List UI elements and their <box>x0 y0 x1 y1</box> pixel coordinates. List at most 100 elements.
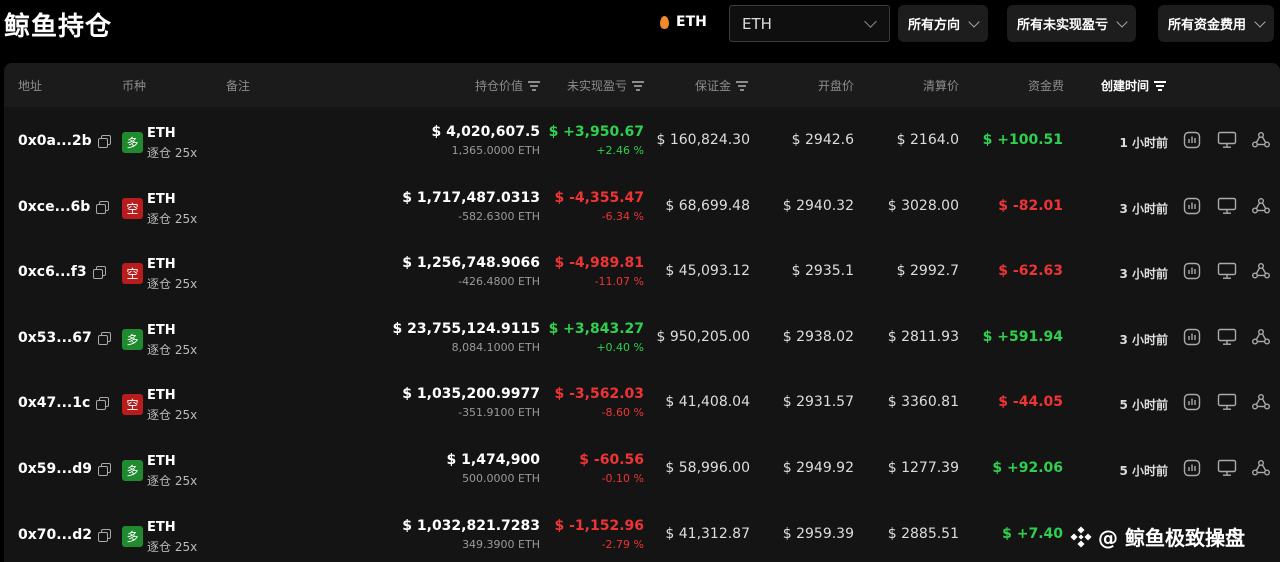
entry-price: $ 2938.02 <box>782 328 854 345</box>
address-cell[interactable]: 0x70...d2 <box>18 526 111 543</box>
chart-icon[interactable] <box>1181 457 1203 479</box>
sort-icon <box>528 81 540 90</box>
margin-value: $ 950,205.00 <box>656 328 750 345</box>
address-text: 0x70...d2 <box>18 526 92 543</box>
side-badge: 多 <box>122 525 143 547</box>
leverage-text: 逐仓 25x <box>147 277 198 292</box>
coin-symbol: ETH <box>147 454 176 469</box>
binance-logo-icon <box>1070 525 1092 548</box>
unrealized-pnl: $ -4,989.81 <box>554 255 644 272</box>
chevron-down-icon <box>968 15 980 28</box>
side-badge: 多 <box>122 460 143 481</box>
position-size: -582.6300 ETH <box>458 209 540 223</box>
copy-icon[interactable] <box>97 331 111 345</box>
liq-price: $ 2885.51 <box>887 525 959 542</box>
chart-icon[interactable] <box>1181 260 1203 282</box>
funding-filter[interactable]: 所有资金费用 <box>1158 5 1275 42</box>
funding-fee: $ +92.06 <box>992 460 1063 476</box>
unrealized-pnl: $ -3,562.03 <box>554 386 644 403</box>
side-badge: 空 <box>122 394 143 416</box>
sort-icon <box>1154 81 1166 90</box>
direction-filter[interactable]: 所有方向 <box>898 5 989 42</box>
address-cell[interactable]: 0x59...d9 <box>18 461 111 477</box>
flame-icon <box>660 15 669 29</box>
monitor-icon[interactable] <box>1216 195 1238 217</box>
liq-price: $ 2164.0 <box>896 132 959 148</box>
entry-price: $ 2942.6 <box>791 132 854 148</box>
monitor-icon[interactable] <box>1216 260 1238 282</box>
copy-icon[interactable] <box>96 397 110 411</box>
unrealized-pnl-pct: -8.60 % <box>601 406 644 420</box>
address-cell[interactable]: 0x47...1c <box>18 395 110 412</box>
entry-price: $ 2935.1 <box>791 263 854 280</box>
monitor-icon[interactable] <box>1216 391 1238 413</box>
col-position-value-label: 持仓价值 <box>474 79 523 93</box>
unrealized-pnl-pct: -2.79 % <box>601 537 644 551</box>
share-icon[interactable] <box>1250 326 1272 348</box>
copy-icon[interactable] <box>92 266 106 280</box>
funding-fee: $ -82.01 <box>998 197 1063 214</box>
leverage-text: 逐仓 25x <box>147 408 198 423</box>
coin-symbol: ETH <box>147 519 176 535</box>
col-created-label: 创建时间 <box>1101 79 1150 93</box>
margin-value: $ 58,996.00 <box>665 460 750 476</box>
position-value: $ 1,032,821.7283 <box>402 517 540 534</box>
share-icon[interactable] <box>1250 391 1272 413</box>
share-icon[interactable] <box>1250 457 1272 479</box>
coin-select-value: ETH <box>742 14 772 33</box>
table-row[interactable]: 0x53...67 多 ETH 逐仓 25x $ 23,755,124.9115… <box>4 304 1280 369</box>
copy-icon[interactable] <box>97 463 111 476</box>
address-cell[interactable]: 0x0a...2b <box>18 133 111 149</box>
funding-fee: $ -62.63 <box>998 263 1063 280</box>
address-cell[interactable]: 0xc6...f3 <box>18 264 106 280</box>
copy-icon[interactable] <box>97 135 111 148</box>
share-icon[interactable] <box>1250 195 1272 217</box>
entry-price: $ 2949.92 <box>782 460 854 476</box>
col-margin-label: 保证金 <box>694 79 731 93</box>
coin-symbol: ETH <box>147 322 176 338</box>
table-row[interactable]: 0x0a...2b 多 ETH 逐仓 25x $ 4,020,607.5 1,3… <box>4 107 1280 172</box>
table-row[interactable]: 0xce...6b 空 ETH 逐仓 25x $ 1,717,487.0313 … <box>4 173 1280 238</box>
unrealized-pnl-pct: +2.46 % <box>596 144 644 157</box>
copy-icon[interactable] <box>97 528 111 542</box>
coin-symbol: ETH <box>147 388 176 404</box>
table-row[interactable]: 0xc6...f3 空 ETH 逐仓 25x $ 1,256,748.9066 … <box>4 238 1280 303</box>
entry-price: $ 2940.32 <box>782 197 854 214</box>
monitor-icon[interactable] <box>1216 129 1238 151</box>
position-size: 1,365.0000 ETH <box>451 144 540 157</box>
copy-icon[interactable] <box>96 200 110 214</box>
coin-select[interactable]: ETH <box>729 5 890 42</box>
chart-icon[interactable] <box>1181 326 1203 348</box>
chart-icon[interactable] <box>1181 391 1203 413</box>
leverage-text: 逐仓 25x <box>147 539 198 554</box>
col-unrealized-pnl[interactable]: 未实现盈亏 <box>567 77 644 94</box>
unrealized-pnl-pct: -0.10 % <box>601 472 644 485</box>
monitor-icon[interactable] <box>1216 457 1238 479</box>
unrealized-pnl: $ +3,843.27 <box>548 320 644 337</box>
address-text: 0x47...1c <box>18 395 91 412</box>
chart-icon[interactable] <box>1181 129 1203 151</box>
margin-value: $ 45,093.12 <box>665 263 750 280</box>
col-created[interactable]: 创建时间 <box>1101 77 1166 94</box>
chevron-down-icon <box>1116 15 1128 28</box>
pnl-filter[interactable]: 所有未实现盈亏 <box>1007 5 1137 42</box>
share-icon[interactable] <box>1250 260 1272 282</box>
col-funding: 资金费 <box>1027 79 1064 93</box>
side-badge: 空 <box>122 197 143 219</box>
chevron-down-icon <box>1254 15 1266 28</box>
col-margin[interactable]: 保证金 <box>695 77 748 94</box>
share-icon[interactable] <box>1250 129 1272 151</box>
chart-icon[interactable] <box>1181 195 1203 217</box>
position-size: 8,084.1000 ETH <box>451 340 540 354</box>
entry-price: $ 2931.57 <box>782 394 854 411</box>
unrealized-pnl: $ +3,950.67 <box>548 124 644 140</box>
table-row[interactable]: 0x59...d9 多 ETH 逐仓 25x $ 1,474,900 500.0… <box>4 435 1280 500</box>
col-address: 地址 <box>18 79 43 93</box>
address-cell[interactable]: 0xce...6b <box>18 199 110 215</box>
table-row[interactable]: 0x47...1c 空 ETH 逐仓 25x $ 1,035,200.9977 … <box>4 369 1280 434</box>
sort-icon <box>632 81 644 90</box>
col-position-value[interactable]: 持仓价值 <box>475 77 540 94</box>
page-title: 鲸鱼持仓 <box>4 12 113 42</box>
monitor-icon[interactable] <box>1216 326 1238 348</box>
address-cell[interactable]: 0x53...67 <box>18 330 111 346</box>
